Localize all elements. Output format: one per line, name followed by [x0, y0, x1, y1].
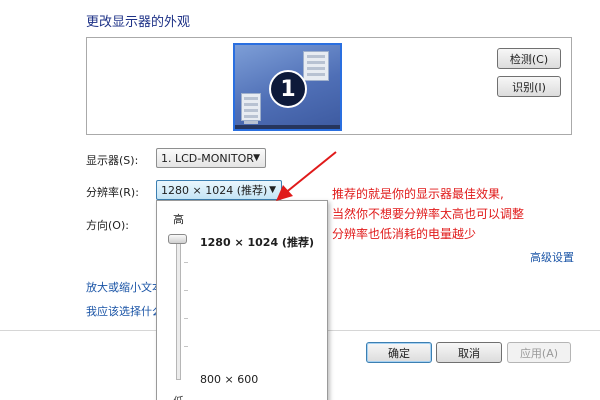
- window-thumbnail-icon: [241, 93, 261, 124]
- window-thumbnail-icon: [303, 51, 329, 81]
- display-label: 显示器(S):: [86, 154, 139, 167]
- cancel-button[interactable]: 取消: [436, 342, 502, 363]
- resolution-label: 分辨率(R):: [86, 186, 139, 199]
- annotation-text: 推荐的就是你的显示器最佳效果, 当然你不想要分辨率太高也可以调整 分辨率也低消耗…: [332, 184, 524, 244]
- ok-button[interactable]: 确定: [366, 342, 432, 363]
- resolution-select-value: 1280 × 1024 (推荐): [161, 184, 268, 197]
- advanced-settings-link[interactable]: 高级设置: [530, 249, 574, 265]
- monitor-tile[interactable]: 1: [233, 43, 342, 131]
- resolution-option-top[interactable]: 1280 × 1024 (推荐): [200, 234, 314, 250]
- display-select-value: 1. LCD-MONITOR: [161, 151, 254, 165]
- annotation-line-1: 推荐的就是你的显示器最佳效果,: [332, 187, 504, 201]
- resolution-slider-thumb[interactable]: [168, 234, 187, 244]
- chevron-down-icon: ▼: [269, 185, 276, 195]
- resolution-option-bottom[interactable]: 800 × 600: [200, 373, 258, 386]
- annotation-line-3: 分辨率也低消耗的电量越少: [332, 227, 477, 241]
- orientation-label: 方向(O):: [86, 219, 129, 232]
- resolution-select[interactable]: 1280 × 1024 (推荐) ▼: [156, 180, 282, 200]
- slider-high-label: 高: [173, 213, 184, 226]
- resolution-dropdown-panel: [156, 200, 328, 400]
- slider-tick: [184, 318, 188, 319]
- slider-low-label: 低: [173, 393, 184, 400]
- slider-tick: [184, 290, 188, 291]
- taskbar-strip: [235, 125, 340, 129]
- chevron-down-icon: ▼: [253, 153, 260, 163]
- page-title: 更改显示器的外观: [86, 15, 191, 30]
- display-select[interactable]: 1. LCD-MONITOR ▼: [156, 148, 266, 168]
- slider-tick: [184, 346, 188, 347]
- resolution-slider-track[interactable]: [176, 240, 181, 380]
- monitor-number-badge: 1: [269, 70, 307, 108]
- annotation-line-2: 当然你不想要分辨率太高也可以调整: [332, 207, 525, 221]
- detect-button[interactable]: 检测(C): [497, 48, 561, 69]
- identify-button[interactable]: 识别(I): [497, 76, 561, 97]
- which-settings-link[interactable]: 我应该选择什么: [86, 303, 163, 319]
- enlarge-text-link[interactable]: 放大或缩小文本: [86, 279, 163, 295]
- apply-button[interactable]: 应用(A): [507, 342, 571, 363]
- slider-tick: [184, 262, 188, 263]
